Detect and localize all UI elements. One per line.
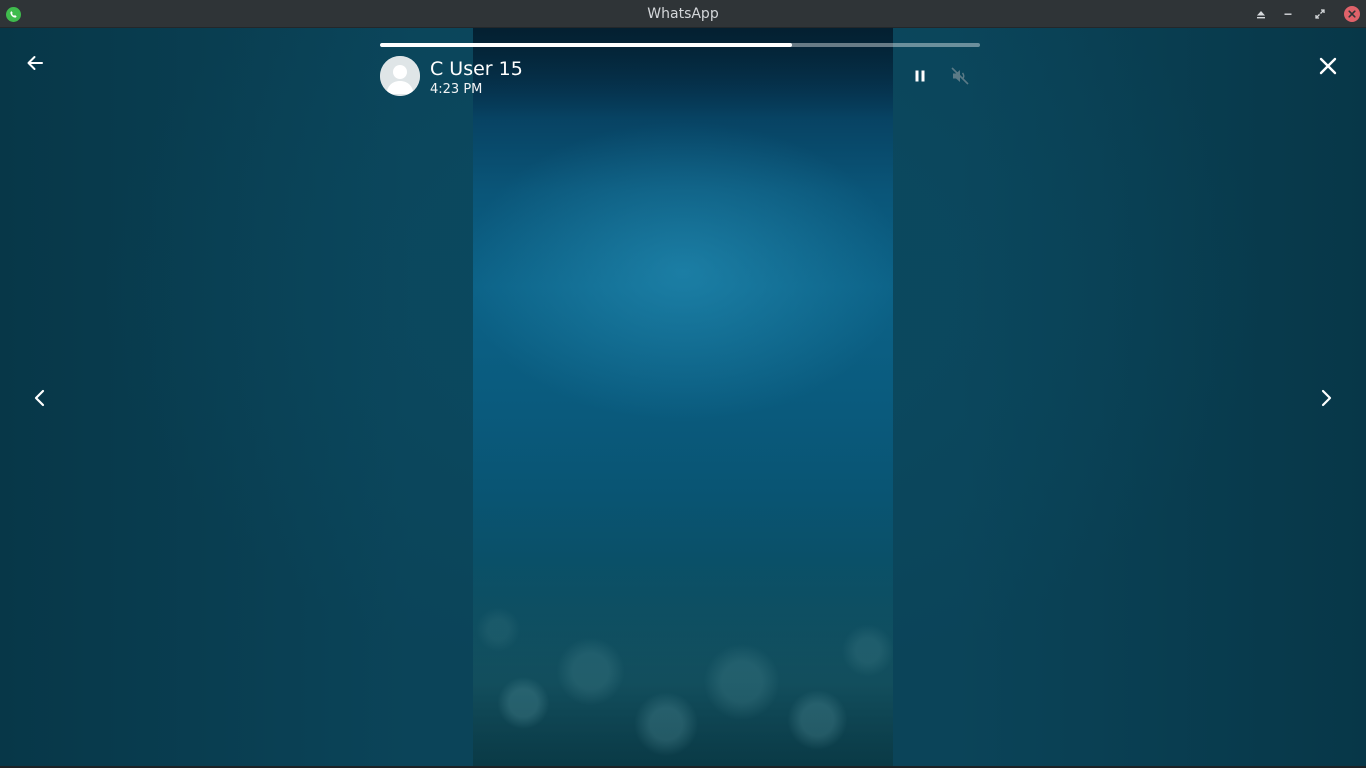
chevron-right-icon [1321,389,1332,407]
restore-button[interactable] [1312,6,1328,22]
close-icon [1348,10,1356,18]
status-progress-fill [380,43,793,47]
speaker-muted-icon [951,67,969,85]
keep-above-button[interactable] [1253,6,1269,22]
window-titlebar: WhatsApp [0,0,1366,28]
contact-name[interactable]: C User 15 [430,58,523,80]
close-viewer-button[interactable] [1310,48,1346,84]
window-title: WhatsApp [647,6,719,22]
arrow-left-icon [27,56,43,70]
restore-icon [1315,9,1325,19]
avatar[interactable] [380,56,420,96]
minimize-icon [1284,13,1292,15]
window-close-button[interactable] [1344,6,1360,22]
previous-status-button[interactable] [22,380,58,416]
media-seabed [473,556,893,766]
close-icon [1319,57,1337,75]
minimize-button[interactable] [1280,6,1296,22]
back-button[interactable] [17,45,53,81]
mute-button[interactable] [946,62,974,90]
pause-icon [915,70,925,82]
status-progress-bar [380,43,980,47]
default-avatar-icon [380,56,420,96]
status-timestamp: 4:23 PM [430,82,483,97]
status-header: C User 15 4:23 PM [380,54,980,102]
keep-above-icon [1257,11,1265,19]
next-status-button[interactable] [1308,380,1344,416]
pause-button[interactable] [906,62,934,90]
status-media-image[interactable] [473,28,893,766]
chevron-left-icon [34,389,45,407]
